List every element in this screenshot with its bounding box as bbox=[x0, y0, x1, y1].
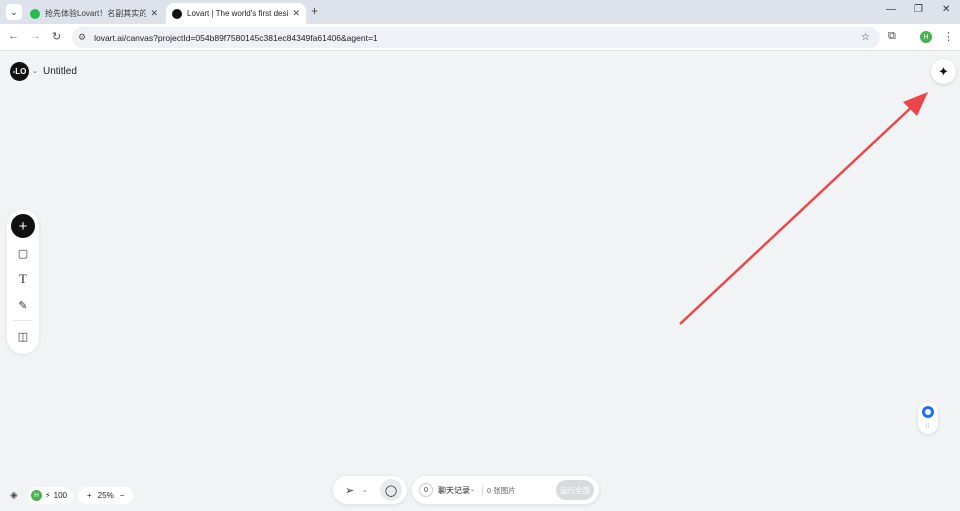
add-button[interactable]: + bbox=[11, 214, 35, 238]
text-tool-icon[interactable]: T bbox=[15, 271, 31, 287]
chat-history-button[interactable]: 聊天记录 bbox=[438, 485, 470, 496]
cursor-icon[interactable]: ➢ bbox=[345, 484, 354, 497]
zoom-out-icon[interactable]: − bbox=[120, 491, 125, 500]
chat-count-badge: 0 bbox=[419, 483, 433, 497]
browser-toolbar: ← → ↻ ⚙ lovart.ai/canvas?projectId=054b8… bbox=[0, 24, 960, 51]
restore-icon[interactable]: ❐ bbox=[914, 4, 923, 15]
rail-divider bbox=[13, 320, 33, 321]
forward-icon[interactable]: → bbox=[30, 30, 41, 42]
extensions-icon[interactable]: ⧉ bbox=[888, 30, 896, 43]
drag-handle-icon[interactable]: ⠿ bbox=[925, 422, 931, 430]
layers-icon[interactable]: ◈ bbox=[10, 490, 18, 501]
floating-widget[interactable]: ⠿ bbox=[918, 402, 938, 434]
zoom-level[interactable]: 25% bbox=[98, 491, 114, 500]
profile-avatar[interactable]: H bbox=[920, 31, 932, 43]
tab-lovart-canvas[interactable]: Lovart | The world's first desi ✕ bbox=[166, 3, 306, 24]
credits-value: 100 bbox=[53, 491, 67, 500]
url-text: lovart.ai/canvas?projectId=054b89f758014… bbox=[94, 32, 378, 43]
tab-title: Lovart | The world's first desi bbox=[187, 9, 289, 18]
lovart-logo[interactable]: -LO bbox=[10, 62, 29, 81]
chevron-down-icon[interactable]: ⌄ bbox=[32, 67, 38, 75]
pen-tool-icon[interactable]: ✎ bbox=[15, 297, 31, 313]
tool-rail: + ▢ T ✎ ◫ bbox=[7, 210, 39, 354]
image-count: 0 张图片 bbox=[487, 486, 516, 495]
sparkle-icon[interactable]: ✦ bbox=[931, 59, 956, 84]
tab-search-button[interactable]: ⌄ bbox=[6, 4, 22, 20]
new-tab-button[interactable]: + bbox=[311, 4, 318, 18]
project-title[interactable]: Untitled bbox=[43, 66, 77, 77]
address-bar[interactable]: ⚙ lovart.ai/canvas?projectId=054b89f7580… bbox=[72, 27, 880, 48]
credits-badge[interactable]: H ⚡ 100 bbox=[28, 487, 73, 504]
run-all-button[interactable]: 运行全部 bbox=[556, 480, 594, 500]
tab-strip: ⌄ 抢先体验Lovart！名副其实的设 ✕ Lovart | The world… bbox=[0, 0, 960, 24]
bookmark-star-icon[interactable]: ☆ bbox=[861, 32, 870, 43]
chevron-down-icon[interactable]: ⌄ bbox=[470, 486, 475, 493]
reload-icon[interactable]: ↻ bbox=[52, 30, 61, 43]
help-bubble-icon[interactable] bbox=[922, 406, 934, 418]
back-icon[interactable]: ← bbox=[8, 30, 19, 42]
panel-tool-icon[interactable]: ◫ bbox=[15, 328, 31, 344]
rectangle-tool-icon[interactable]: ▢ bbox=[15, 245, 31, 261]
annotation-arrow bbox=[679, 92, 928, 325]
lovart-favicon-icon bbox=[172, 8, 182, 19]
tab-title: 抢先体验Lovart！名副其实的设 bbox=[45, 9, 147, 18]
browser-menu-icon[interactable]: ⋮ bbox=[943, 30, 954, 43]
wechat-icon bbox=[30, 8, 40, 19]
user-avatar: H bbox=[31, 490, 42, 501]
mode-switcher: ➢ ⌄ ◯ bbox=[333, 476, 407, 504]
chevron-down-icon[interactable]: ⌄ bbox=[362, 486, 368, 494]
tab-lovart-article[interactable]: 抢先体验Lovart！名副其实的设 ✕ bbox=[24, 3, 164, 24]
zoom-in-icon[interactable]: + bbox=[87, 491, 92, 500]
close-tab-icon[interactable]: ✕ bbox=[292, 8, 300, 19]
divider bbox=[482, 485, 483, 496]
zoom-control: + 25% − bbox=[78, 487, 134, 504]
site-info-icon[interactable]: ⚙ bbox=[78, 32, 86, 43]
close-tab-icon[interactable]: ✕ bbox=[150, 8, 158, 19]
close-window-icon[interactable]: ✕ bbox=[942, 4, 950, 15]
minimize-icon[interactable]: — bbox=[886, 4, 896, 15]
chat-bubble-icon[interactable]: ◯ bbox=[380, 479, 402, 501]
chat-bar: 0 聊天记录 ⌄ 0 张图片 运行全部 bbox=[412, 476, 599, 504]
bolt-icon: ⚡ bbox=[45, 491, 51, 500]
